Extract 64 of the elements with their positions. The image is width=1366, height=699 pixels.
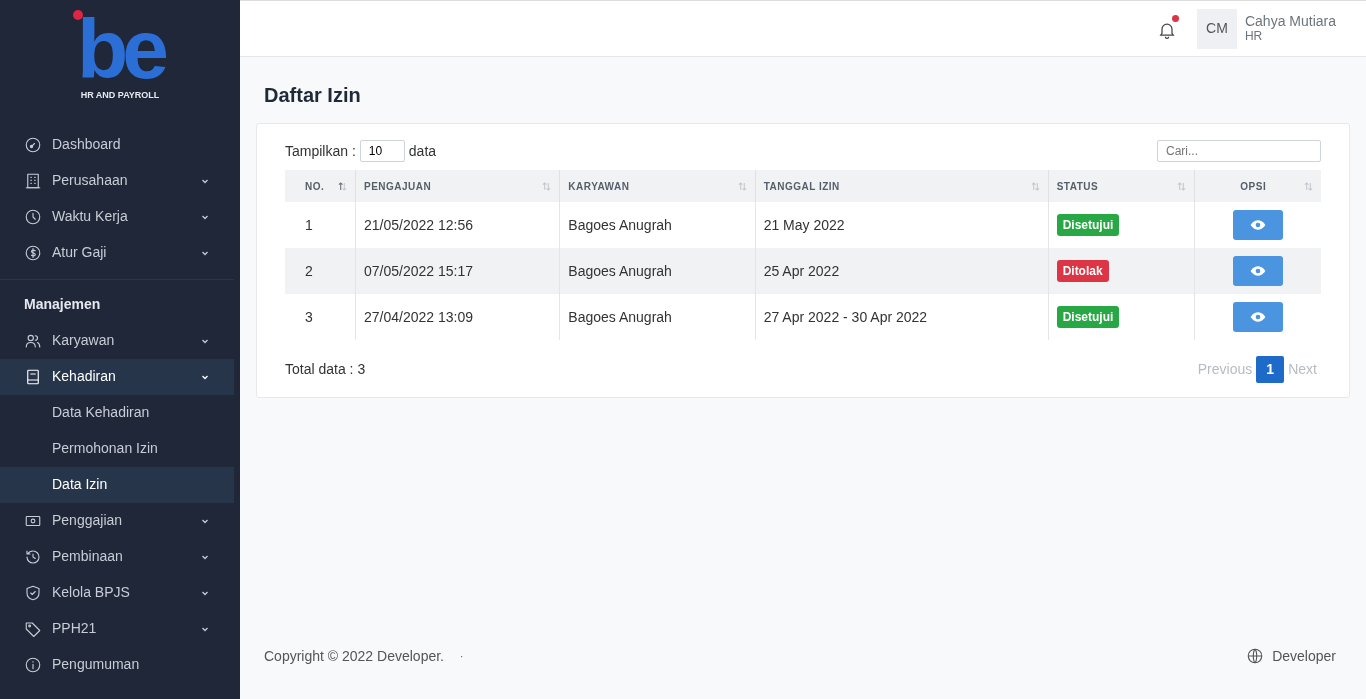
page-button[interactable]: 1 [1256,356,1285,383]
show-suffix: data [408,141,437,161]
sidebar-item[interactable]: Atur Gaji [0,234,234,271]
column-header[interactable]: OPSI [1240,178,1267,194]
sidebar-item[interactable]: Penggajian [0,502,234,539]
clock-icon [24,207,42,226]
table-cell: Bagoes Anugrah [559,294,756,340]
table-cell: 1 [285,202,356,248]
gauge-icon [24,135,42,154]
sidebar-subitem[interactable]: Data Izin [0,466,234,503]
table-cell: 25 Apr 2022 [755,248,1049,294]
column-header[interactable]: STATUS [1056,178,1099,194]
dollar-icon [24,243,42,262]
sidebar-item[interactable]: Pembinaan [0,538,234,575]
building-icon [24,171,42,190]
book-icon [24,367,42,386]
eye-icon [1249,217,1266,233]
sidebar-item[interactable]: Kelola BPJS [0,574,234,611]
view-button[interactable] [1232,302,1283,332]
eye-icon [1249,309,1266,325]
user-name: Cahya Mutiara [1244,14,1336,30]
logo-tagline: HR AND PAYROLL [80,89,160,103]
section-heading: Manajemen [23,294,102,314]
sidebar-item[interactable]: Pengumuman [0,646,234,683]
table-cell: Bagoes Anugrah [559,248,756,294]
sidebar-item[interactable]: Karyawan [0,322,234,359]
user-avatar[interactable]: CM [1196,8,1237,49]
sidebar-subitem[interactable]: Data Kehadiran [0,394,234,431]
status-tag: Disetujui [1056,306,1120,328]
table-cell: 27 Apr 2022 - 30 Apr 2022 [755,294,1049,340]
view-button[interactable] [1232,210,1283,240]
shield-icon [24,583,42,602]
status-tag: Ditolak [1056,260,1109,282]
column-header[interactable]: PENGAJUAN [363,178,432,194]
history-icon [24,547,42,566]
status-tag: Disetujui [1056,214,1120,236]
sidebar-item[interactable]: Dashboard [0,126,234,163]
table-cell: 27/04/2022 13:09 [355,294,560,340]
sidebar-item[interactable]: Waktu Kerja [0,198,234,235]
copyright-text: Copyright © 2022 Developer. [264,646,444,666]
user-role: HR [1244,29,1263,43]
separator-dot: · [460,649,464,664]
table-cell: 2 [285,248,356,294]
column-header[interactable]: KARYAWAN [568,178,630,194]
search-field[interactable]: Cari... [1157,140,1321,162]
sidebar-subitem[interactable]: Permohonan Izin [0,430,234,467]
sidebar-item[interactable]: Kehadiran [0,358,234,395]
column-header[interactable]: TANGGAL IZIN [763,178,840,194]
page-title: Daftar Izin [264,83,362,107]
show-label: Tampilkan : [285,141,356,161]
eye-icon [1249,263,1266,279]
developer-link[interactable]: Developer [1246,645,1336,667]
sort-icon[interactable] [337,181,347,191]
total-count: Total data : 3 [285,360,366,379]
page-size-field[interactable]: 10 [359,140,405,162]
column-header[interactable]: NO. [305,178,325,194]
globe-icon [1246,647,1265,665]
view-button[interactable] [1232,256,1283,286]
sidebar-item[interactable]: PPH21 [0,610,234,647]
info-icon [24,655,42,674]
tag-icon [24,619,42,638]
table-cell: 3 [285,294,356,340]
sidebar-item[interactable]: Perusahaan [0,162,234,199]
table-cell: 07/05/2022 15:17 [355,248,560,294]
